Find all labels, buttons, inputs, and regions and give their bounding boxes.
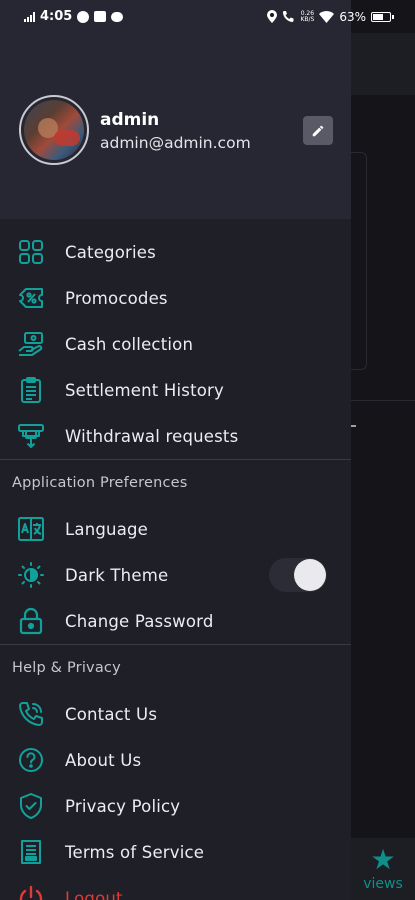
cash-hand-icon bbox=[17, 330, 45, 358]
star-icon: ★ bbox=[370, 843, 396, 876]
background-app-bar bbox=[351, 33, 415, 95]
edit-profile-button[interactable] bbox=[303, 116, 333, 145]
menu-item-categories[interactable]: Categories bbox=[0, 229, 351, 275]
menu-item-withdrawal-requests[interactable]: Withdrawal requests bbox=[0, 413, 351, 459]
power-icon bbox=[17, 884, 45, 900]
clipboard-list-icon bbox=[17, 376, 45, 404]
menu-item-about-us[interactable]: About Us bbox=[0, 737, 351, 783]
menu-item-cash-collection[interactable]: Cash collection bbox=[0, 321, 351, 367]
menu-item-promocodes[interactable]: Promocodes bbox=[0, 275, 351, 321]
status-bar: 4:05 0.26 KB/S 63% bbox=[0, 0, 415, 33]
menu-item-label: Change Password bbox=[65, 611, 214, 631]
menu-item-language[interactable]: Language bbox=[0, 506, 351, 552]
chat-icon bbox=[111, 11, 124, 22]
screen: ★ views admin admin@admin.com Categories bbox=[0, 0, 415, 900]
section-title-preferences: Application Preferences bbox=[12, 475, 188, 491]
signal-icon bbox=[24, 11, 35, 22]
background-app[interactable]: ★ views bbox=[351, 0, 415, 900]
lock-icon bbox=[17, 607, 45, 635]
wifi-icon bbox=[319, 10, 335, 23]
section-title-help: Help & Privacy bbox=[12, 660, 121, 676]
network-speed-unit: KB/S bbox=[300, 15, 315, 23]
wifi-call-icon bbox=[283, 11, 294, 22]
mail-icon bbox=[94, 11, 107, 22]
drawer-menu: Categories Promocodes Cash collection Se… bbox=[0, 229, 351, 900]
pencil-icon bbox=[312, 125, 324, 136]
menu-item-label: Cash collection bbox=[65, 334, 194, 354]
grid-icon bbox=[17, 238, 45, 266]
menu-item-label: Contact Us bbox=[65, 704, 158, 724]
background-divider bbox=[351, 400, 415, 401]
menu-item-terms-of-service[interactable]: Terms of Service bbox=[0, 829, 351, 875]
battery-percent: 63% bbox=[339, 9, 366, 24]
background-dash bbox=[351, 425, 356, 427]
status-time: 4:05 bbox=[40, 9, 73, 24]
battery-icon bbox=[371, 11, 394, 22]
bottom-nav-label: views bbox=[363, 876, 403, 892]
app-notification-icon bbox=[77, 10, 90, 23]
menu-item-label: Language bbox=[65, 519, 149, 539]
translate-icon bbox=[17, 515, 45, 543]
menu-item-label: Dark Theme bbox=[65, 565, 169, 585]
shield-check-icon bbox=[17, 792, 45, 820]
menu-item-label: Logout bbox=[65, 888, 123, 900]
menu-item-settlement-history[interactable]: Settlement History bbox=[0, 367, 351, 413]
user-email: admin@admin.com bbox=[100, 134, 251, 152]
menu-item-label: Promocodes bbox=[65, 288, 168, 308]
toggle-knob bbox=[294, 559, 326, 591]
question-circle-icon bbox=[17, 746, 45, 774]
menu-item-label: Privacy Policy bbox=[65, 796, 181, 816]
menu-item-label: About Us bbox=[65, 750, 142, 770]
network-speed: 0.26 KB/S bbox=[300, 10, 315, 23]
menu-item-privacy-policy[interactable]: Privacy Policy bbox=[0, 783, 351, 829]
withdraw-icon bbox=[17, 422, 45, 450]
menu-item-label: Withdrawal requests bbox=[65, 426, 239, 446]
navigation-drawer: admin admin@admin.com Categories Promoco… bbox=[0, 0, 351, 900]
document-icon bbox=[17, 838, 45, 866]
background-card bbox=[351, 152, 367, 370]
menu-item-contact-us[interactable]: Contact Us bbox=[0, 691, 351, 737]
menu-item-label: Terms of Service bbox=[65, 842, 205, 862]
promo-ticket-icon bbox=[17, 284, 45, 312]
location-icon bbox=[267, 10, 278, 23]
dark-theme-toggle[interactable] bbox=[269, 558, 327, 592]
menu-item-label: Categories bbox=[65, 242, 156, 262]
user-name: admin bbox=[100, 110, 160, 130]
theme-icon bbox=[17, 561, 45, 589]
avatar[interactable] bbox=[19, 95, 89, 165]
avatar-image bbox=[24, 100, 84, 160]
menu-item-dark-theme[interactable]: Dark Theme bbox=[0, 552, 351, 598]
menu-item-logout[interactable]: Logout bbox=[0, 875, 351, 900]
menu-item-change-password[interactable]: Change Password bbox=[0, 598, 351, 644]
phone-icon bbox=[17, 700, 45, 728]
bottom-nav-item-views[interactable]: ★ views bbox=[351, 838, 415, 900]
menu-item-label: Settlement History bbox=[65, 380, 224, 400]
